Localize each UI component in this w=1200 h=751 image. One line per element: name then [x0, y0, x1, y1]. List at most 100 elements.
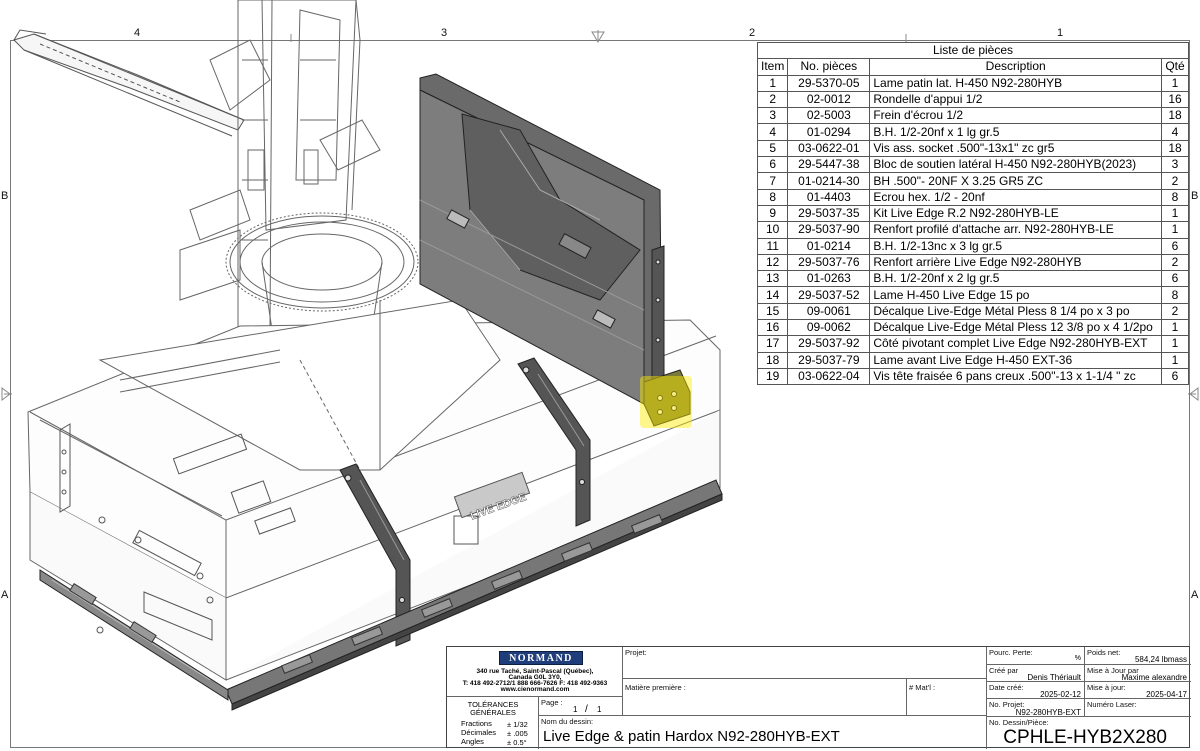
header-description: Description — [869, 58, 1162, 76]
cell-part-no: 29-5370-05 — [787, 74, 871, 92]
cell-part-no: 29-5447-38 — [787, 156, 871, 174]
cell-qty: 16 — [1161, 90, 1189, 109]
cell-part-no: 01-4403 — [787, 188, 871, 206]
no-dessin-label: No. Dessin/Pièce: — [989, 718, 1049, 727]
page-cell: Page : 1 / 1 — [539, 697, 623, 716]
cell-item: 12 — [756, 253, 789, 272]
parts-list-body: 1 29-5370-05 Lame patin lat. H-450 N92-280… — [756, 74, 1189, 386]
table-row: 4 01-0294 B.H. 1/2-20nf x 1 lg gr.5 4 — [756, 123, 1189, 141]
cell-qty: 1 — [1161, 351, 1189, 369]
table-row: 19 03-0622-04 Vis tête fraisée 6 pans creu… — [756, 367, 1189, 386]
table-row: 8 01-4403 Ecrou hex. 1/2 - 20nf 8 — [756, 188, 1189, 206]
cell-qty: 3 — [1161, 156, 1189, 174]
cell-part-no: 03-0622-04 — [787, 367, 871, 386]
table-row: 2 02-0012 Rondelle d'appui 1/2 16 — [756, 90, 1189, 109]
header-qty: Qté — [1161, 58, 1189, 76]
cell-part-no: 02-0012 — [787, 90, 871, 109]
cell-part-no: 29-5037-79 — [787, 351, 871, 369]
table-row: 9 29-5037-35 Kit Live Edge R.2 N92-280HYB-… — [756, 204, 1189, 223]
cell-item: 14 — [756, 286, 789, 304]
cell-item: 2 — [756, 90, 789, 109]
cree-par-value: Denis Thériault — [1027, 673, 1081, 682]
table-row: 17 29-5037-92 Côté pivotant complet Live E… — [756, 335, 1189, 353]
cell-qty: 2 — [1161, 302, 1189, 321]
table-row: 5 03-0622-01 Vis ass. socket .500"-13x1" z… — [756, 139, 1189, 158]
matl-label: # Mat'l : — [909, 683, 936, 692]
table-row: 18 29-5037-79 Lame avant Live Edge H-450 E… — [756, 351, 1189, 369]
table-row: 6 29-5447-38 Bloc de soutien latéral H-450… — [756, 156, 1189, 174]
tower-frame — [179, 0, 381, 331]
no-laser-label: Numéro Laser: — [1087, 700, 1137, 709]
page-label: Page : — [541, 698, 563, 707]
cree-par-cell: Créé par Denis Thériault — [987, 665, 1085, 682]
cell-qty: 1 — [1161, 74, 1189, 92]
cell-description: Rondelle d'appui 1/2 — [869, 90, 1162, 109]
no-projet-value: N92-280HYB-EXT — [1015, 708, 1081, 717]
table-row: 7 01-0214-30 BH .500"- 20NF X 3.25 GR5 ZC 2 — [756, 172, 1189, 190]
cell-qty: 18 — [1161, 107, 1189, 125]
pourc-perte-unit: % — [1074, 655, 1081, 662]
cell-qty: 1 — [1161, 319, 1189, 337]
cell-part-no: 29-5037-35 — [787, 204, 871, 223]
cell-description: B.H. 1/2-20nf x 2 lg gr.5 — [869, 270, 1162, 288]
cell-description: Décalque Live-Edge Métal Pless 12 3/8 po… — [869, 319, 1162, 337]
cell-item: 3 — [756, 107, 789, 125]
poids-cell: Poids net: 584,24 lbmass — [1085, 647, 1191, 665]
cree-par-label: Créé par — [989, 666, 1019, 675]
part-highlight-mark — [640, 376, 692, 428]
table-row: 15 09-0061 Décalque Live-Edge Métal Pless … — [756, 302, 1189, 321]
cell-part-no: 01-0214 — [787, 237, 871, 255]
projet-cell: Projet: — [623, 647, 987, 679]
cell-qty: 4 — [1161, 123, 1189, 141]
cell-item: 19 — [756, 367, 789, 386]
no-projet-cell: No. Projet: N92-280HYB-EXT — [987, 699, 1085, 717]
cell-part-no: 29-5037-90 — [787, 221, 871, 239]
cell-part-no: 03-0622-01 — [787, 139, 871, 158]
table-row: 16 09-0062 Décalque Live-Edge Métal Pless … — [756, 319, 1189, 337]
cell-item: 10 — [756, 221, 789, 239]
cell-item: 18 — [756, 351, 789, 369]
cell-item: 6 — [756, 156, 789, 174]
cell-item: 8 — [756, 188, 789, 206]
table-row: 1 29-5370-05 Lame patin lat. H-450 N92-280… — [756, 74, 1189, 92]
cell-description: Bloc de soutien latéral H-450 N92-280HYB… — [869, 156, 1162, 174]
page-total: 1 — [597, 705, 602, 714]
cell-qty: 8 — [1161, 286, 1189, 304]
cell-description: BH .500"- 20NF X 3.25 GR5 ZC — [869, 172, 1162, 190]
date-cree-value: 2025-02-12 — [1040, 690, 1081, 699]
cell-item: 5 — [756, 139, 789, 158]
tol-fractions-value: ± 1/32 — [507, 720, 528, 729]
cell-item: 11 — [756, 237, 789, 255]
pourc-perte-cell: Pourc. Perte: % — [987, 647, 1085, 665]
address-line-4: www.cienormand.com — [500, 686, 570, 693]
cell-item: 16 — [756, 319, 789, 337]
tol-decimals-label: Décimales — [461, 728, 497, 737]
page-current: 1 — [573, 705, 578, 714]
cell-part-no: 09-0061 — [787, 302, 871, 321]
cell-item: 15 — [756, 302, 789, 321]
drawing-number: CPHLE-HYB2X280 — [1003, 727, 1167, 748]
company-cell: NORMAND 340 rue Taché, Saint-Pascal (Qué… — [447, 647, 623, 697]
cell-part-no: 01-0263 — [787, 270, 871, 288]
cell-part-no: 29-5037-52 — [787, 286, 871, 304]
cell-qty: 1 — [1161, 204, 1189, 223]
date-cree-label: Date créé: — [989, 683, 1024, 692]
parts-list-table: Liste de pièces Item No. pièces Descript… — [756, 41, 1189, 386]
tol-fractions-label: Fractions — [461, 719, 492, 728]
header-part-no: No. pièces — [787, 58, 871, 76]
company-logo: NORMAND — [499, 651, 583, 665]
cell-part-no: 02-5003 — [787, 107, 871, 125]
matiere-cell: Matière première : — [623, 679, 907, 716]
maj-date-value: 2025-04-17 — [1146, 690, 1187, 699]
cell-description: Lame H-450 Live Edge 15 po — [869, 286, 1162, 304]
tolerances-cell: TOLÉRANCES GÉNÉRALES Fractions ± 1/32 Dé… — [447, 697, 539, 749]
maj-par-cell: Mise à Jour par Maxime alexandre — [1085, 665, 1191, 682]
maj-date-cell: Mise à jour: 2025-04-17 — [1085, 682, 1191, 699]
cell-qty: 6 — [1161, 237, 1189, 255]
drawing-name-label: Nom du dessin: — [541, 717, 594, 726]
projet-label: Projet: — [625, 648, 647, 657]
cell-qty: 2 — [1161, 172, 1189, 190]
table-row: 14 29-5037-52 Lame H-450 Live Edge 15 po 8 — [756, 286, 1189, 304]
pourc-perte-label: Pourc. Perte: — [989, 648, 1033, 657]
cell-qty: 8 — [1161, 188, 1189, 206]
